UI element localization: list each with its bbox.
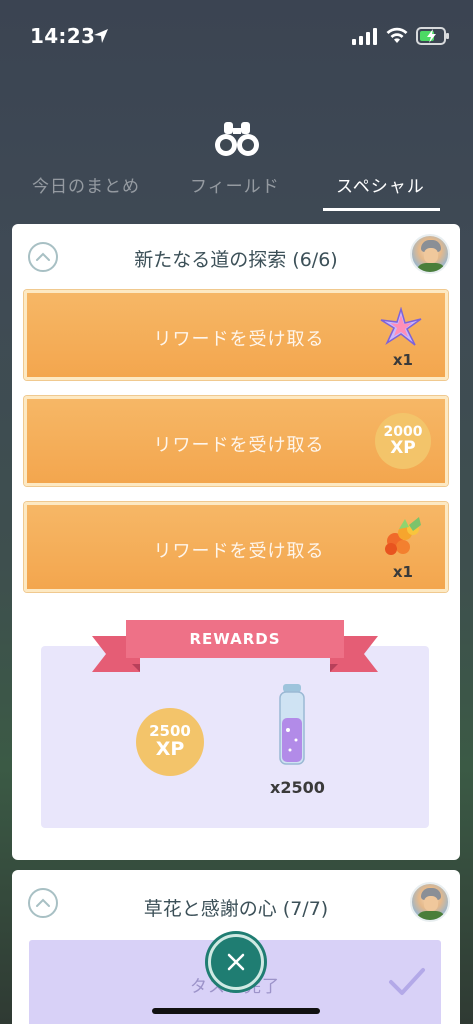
signal-icon <box>352 28 377 45</box>
wifi-icon <box>386 27 408 43</box>
rewards-ribbon: REWARDS <box>126 620 344 658</box>
xp-unit: XP <box>390 438 416 458</box>
final-xp-unit: XP <box>155 738 185 760</box>
tab-field[interactable]: フィールド <box>190 172 280 197</box>
stardust-vial-icon <box>279 684 305 765</box>
claim-reward-button[interactable]: リワードを受け取る x1 <box>24 290 448 380</box>
location-arrow-icon <box>94 29 108 43</box>
professor-avatar <box>410 234 450 274</box>
rewards-ribbon-label: REWARDS <box>189 630 281 648</box>
research-title-2: 草花と感謝の心 (7/7) <box>143 898 329 920</box>
xp-badge: 2000 XP <box>375 413 431 469</box>
checkmark-icon <box>389 968 425 995</box>
binoculars-icon <box>215 122 259 156</box>
close-icon <box>227 953 245 971</box>
reward-quantity: x1 <box>392 351 413 369</box>
tab-today-summary[interactable]: 今日のまとめ <box>32 172 140 197</box>
xp-amount: 2000 <box>383 424 423 440</box>
claim-reward-button[interactable]: リワードを受け取る x1 <box>24 502 448 592</box>
status-time: 14:23 <box>30 24 96 48</box>
status-bar: 14:23 <box>0 0 473 70</box>
tab-special[interactable]: スペシャル <box>336 172 425 197</box>
incense-flower-icon <box>385 517 421 555</box>
battery-charging-icon <box>416 27 449 45</box>
reward-quantity: x1 <box>392 563 413 581</box>
final-xp-badge: 2500 XP <box>136 708 204 776</box>
special-research-card: 新たなる道の探索 (6/6) リワードを受け取る x1 リワードを受け取る 20… <box>12 224 460 860</box>
star-piece-icon <box>380 307 422 346</box>
close-button[interactable] <box>208 934 264 990</box>
professor-avatar <box>410 882 450 922</box>
claim-reward-button[interactable]: リワードを受け取る 2000 XP <box>24 396 448 486</box>
tab-bar: 今日のまとめ フィールド スペシャル <box>0 168 473 214</box>
home-indicator[interactable] <box>152 1008 320 1014</box>
research-title: 新たなる道の探索 (6/6) <box>134 249 338 271</box>
active-tab-underline <box>323 208 440 211</box>
final-xp-amount: 2500 <box>149 722 191 740</box>
stardust-quantity: x2500 <box>270 778 325 797</box>
